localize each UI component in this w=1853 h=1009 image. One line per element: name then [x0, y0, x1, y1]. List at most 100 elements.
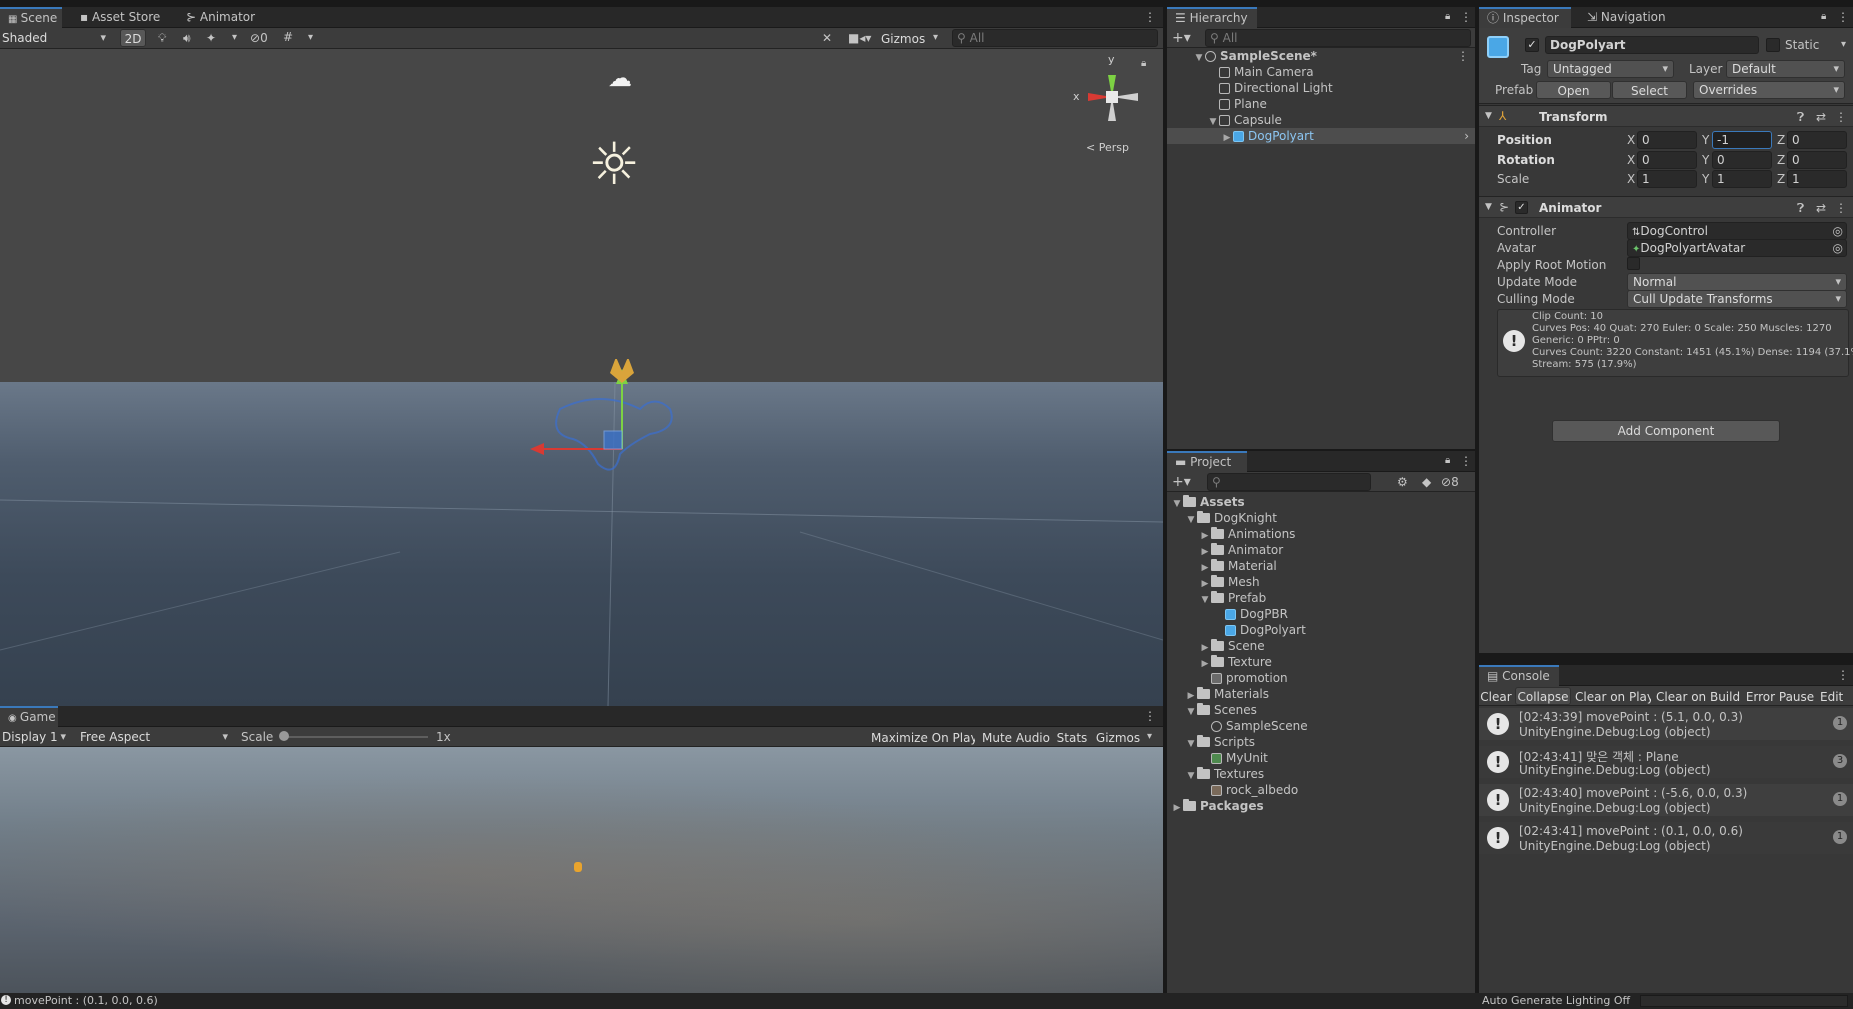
gizmos-dropdown[interactable]: Gizmos [878, 29, 930, 47]
persp-label[interactable]: < Persp [1086, 141, 1129, 154]
add-component-button[interactable]: Add Component [1552, 420, 1780, 442]
camera-icon[interactable]: ■◂▾ [848, 32, 871, 44]
hierarchy-item[interactable]: ▼ Capsule [1167, 112, 1475, 128]
foldout-arrow-icon[interactable]: ▼ [1485, 203, 1492, 212]
apply-root-motion-checkbox[interactable] [1627, 257, 1640, 270]
filter-type-icon[interactable]: ⚙ [1397, 476, 1408, 488]
axis-x-label[interactable]: X [1627, 133, 1635, 147]
kebab-menu-icon[interactable]: ⋮ [1457, 50, 1469, 62]
stats-button[interactable]: Stats [1054, 728, 1090, 746]
add-icon[interactable]: +▾ [1172, 31, 1191, 45]
kebab-menu-icon[interactable]: ⋮ [1144, 11, 1156, 23]
directional-light-icon[interactable]: ☼ [588, 135, 640, 193]
effects-icon[interactable]: ✦ [206, 32, 216, 44]
project-item[interactable]: DogPolyart [1167, 622, 1475, 638]
object-picker-icon[interactable]: ◎ [1833, 242, 1843, 254]
active-checkbox[interactable]: ✓ [1525, 38, 1539, 52]
update-mode-dropdown[interactable]: Normal [1627, 273, 1847, 291]
project-item[interactable]: ▼ Prefab [1167, 590, 1475, 606]
maximize-on-play-button[interactable]: Maximize On Play [870, 728, 976, 746]
console-clear-on-build-button[interactable]: Clear on Build [1655, 687, 1741, 705]
project-item[interactable]: ▶ Scene [1167, 638, 1475, 654]
axis-x-label[interactable]: X [1627, 153, 1635, 167]
tab-console[interactable]: ▤ Console [1479, 665, 1559, 686]
axis-z-label[interactable]: Z [1777, 133, 1785, 147]
layer-dropdown[interactable]: Default [1726, 60, 1845, 78]
presets-icon[interactable]: ⇄ [1816, 202, 1826, 214]
add-icon[interactable]: +▾ [1172, 475, 1191, 489]
console-clear-on-play-button[interactable]: Clear on Play [1574, 687, 1652, 705]
avatar-field[interactable]: ✦DogPolyartAvatar ◎ [1627, 239, 1847, 257]
project-item[interactable]: rock_albedo [1167, 782, 1475, 798]
foldout-arrow-icon[interactable]: ▼ [1485, 112, 1492, 121]
mute-audio-button[interactable]: Mute Audio [981, 728, 1051, 746]
kebab-menu-icon[interactable]: ⋮ [1460, 455, 1472, 467]
scene-search-input[interactable]: ⚲ All [952, 29, 1158, 47]
controller-field[interactable]: ⇅DogControl ◎ [1627, 222, 1847, 240]
lock-icon[interactable]: 🔒︎ [1141, 59, 1146, 69]
scene-viewport[interactable]: ☁ ☼ y x < Persp 🔒︎ [0, 49, 1163, 706]
help-icon[interactable]: ❓︎ [1797, 111, 1804, 123]
position-z-field[interactable]: 0 [1787, 131, 1847, 149]
animator-header[interactable]: ▼ ⊱ ✓ Animator ❓︎ ⇄ ⋮ [1479, 196, 1853, 218]
object-picker-icon[interactable]: ◎ [1833, 225, 1843, 237]
animator-enabled-checkbox[interactable]: ✓ [1515, 201, 1528, 214]
tab-scene[interactable]: ▦ Scene [0, 7, 62, 28]
tab-asset-store[interactable]: ▪ Asset Store [72, 7, 168, 28]
kebab-menu-icon[interactable]: ⋮ [1835, 202, 1847, 214]
chevron-down-icon[interactable]: ▾ [308, 33, 313, 43]
help-icon[interactable]: ❓︎ [1797, 202, 1804, 214]
position-x-field[interactable]: 0 [1637, 131, 1697, 149]
project-item[interactable]: DogPBR [1167, 606, 1475, 622]
kebab-menu-icon[interactable]: ⋮ [1837, 669, 1849, 681]
collapse-arrow-icon[interactable]: ▶ [1171, 800, 1183, 816]
console-log-entry[interactable]: ! [02:43:40] movePoint : (-5.6, 0.0, 0.3)… [1479, 784, 1853, 816]
console-clear-button[interactable]: Clear [1479, 687, 1513, 705]
kebab-menu-icon[interactable]: ⋮ [1835, 111, 1847, 123]
scale-y-field[interactable]: 1 [1712, 170, 1772, 188]
scale-slider-thumb[interactable] [279, 731, 289, 741]
game-viewport[interactable] [0, 747, 1163, 993]
project-item[interactable]: promotion [1167, 670, 1475, 686]
move-gizmo[interactable] [530, 359, 700, 529]
prefab-select-button[interactable]: Select [1612, 81, 1687, 99]
prefab-open-button[interactable]: Open [1536, 81, 1611, 99]
rotation-x-field[interactable]: 0 [1637, 151, 1697, 169]
hierarchy-item[interactable]: ▶ DogPolyart › [1167, 128, 1475, 144]
chevron-down-icon[interactable]: ▾ [232, 33, 237, 43]
visibility-hidden-icon[interactable]: ⊘0 [250, 32, 268, 44]
console-editor-button[interactable]: Edit [1819, 687, 1853, 705]
prefab-overrides-dropdown[interactable]: Overrides [1693, 81, 1845, 99]
kebab-menu-icon[interactable]: ⋮ [1460, 11, 1472, 23]
tag-dropdown[interactable]: Untagged [1547, 60, 1674, 78]
audio-icon[interactable]: 🔊︎ [183, 32, 191, 44]
rotation-y-field[interactable]: 0 [1712, 151, 1772, 169]
chevron-down-icon[interactable]: ▾ [933, 33, 938, 43]
console-log-entry[interactable]: ! [02:43:41] movePoint : (0.1, 0.0, 0.6) U… [1479, 822, 1853, 854]
scale-z-field[interactable]: 1 [1787, 170, 1847, 188]
project-item[interactable]: MyUnit [1167, 750, 1475, 766]
game-gizmos-dropdown[interactable]: Gizmos [1094, 728, 1142, 746]
presets-icon[interactable]: ⇄ [1816, 111, 1826, 123]
culling-mode-dropdown[interactable]: Cull Update Transforms [1627, 290, 1847, 308]
project-item[interactable]: ▼ DogKnight [1167, 510, 1475, 526]
status-message[interactable]: movePoint : (0.1, 0.0, 0.6) [14, 994, 158, 1007]
light-bulb-icon[interactable]: 💡︎ [158, 32, 166, 44]
tab-animator[interactable]: ⊱ Animator [178, 7, 263, 28]
chevron-down-icon[interactable]: ▾ [1841, 40, 1846, 50]
project-item[interactable]: SampleScene [1167, 718, 1475, 734]
console-log-entry[interactable]: ! [02:43:41] 맞은 객체 : Plane UnityEngine.Deb… [1479, 746, 1853, 778]
hierarchy-item[interactable]: Directional Light [1167, 80, 1475, 96]
tab-game[interactable]: ◉ Game [0, 706, 58, 727]
static-label[interactable]: Static [1785, 38, 1819, 52]
project-item[interactable]: ▼ Scripts [1167, 734, 1475, 750]
object-name-field[interactable]: DogPolyart [1545, 36, 1759, 54]
visibility-hidden-icon[interactable]: ⊘8 [1441, 476, 1459, 488]
project-item[interactable]: ▶ Texture [1167, 654, 1475, 670]
lock-icon[interactable]: 🔒︎ [1821, 12, 1826, 22]
tools-icon[interactable]: ✕ [822, 32, 832, 44]
console-error-pause-button[interactable]: Error Pause [1744, 687, 1816, 705]
auto-lighting-status[interactable]: Auto Generate Lighting Off [1482, 994, 1630, 1007]
axis-y-label[interactable]: Y [1702, 153, 1709, 167]
project-item[interactable]: ▶ Mesh [1167, 574, 1475, 590]
